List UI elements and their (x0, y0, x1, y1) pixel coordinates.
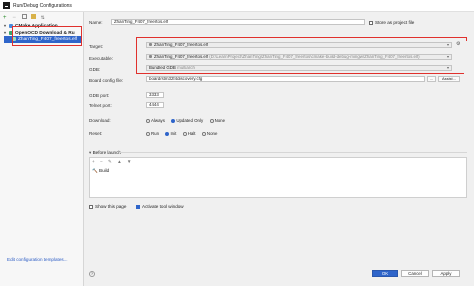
download-always-option[interactable]: Always (146, 118, 165, 123)
radio-halt[interactable] (182, 131, 187, 136)
before-launch-item-build[interactable]: 🔨 Build (92, 168, 109, 174)
folder-icon[interactable] (31, 14, 37, 19)
download-options: Always Updated Only None (146, 118, 230, 124)
board-config-input[interactable]: board/stm32f4discovery.cfg (146, 76, 425, 82)
before-launch-list (89, 157, 467, 198)
telnet-port-label: Telnet port: (89, 103, 112, 108)
sort-icon[interactable]: ⇅ (41, 16, 46, 21)
download-label: Download: (89, 118, 111, 123)
gdb-port-label: GDB port: (89, 93, 110, 98)
move-up-icon[interactable]: ▲ (117, 159, 122, 164)
show-page-option[interactable]: Show this page (89, 204, 126, 209)
radio-run[interactable] (146, 131, 150, 136)
copy-icon[interactable] (21, 14, 27, 19)
target-label: Target: (89, 44, 104, 49)
before-launch-header[interactable]: ▾ Before launch (89, 150, 121, 156)
add-icon[interactable]: + (3, 15, 8, 21)
remove-task-icon[interactable]: − (100, 159, 103, 164)
reset-label: Reset: (89, 131, 103, 136)
before-launch-toolbar: + − ✎ ▲ ▼ (92, 159, 135, 165)
board-config-label: Board config file: (89, 78, 124, 83)
settings-highlight-box (136, 37, 467, 74)
remove-icon[interactable]: − (12, 15, 17, 21)
radio-init[interactable] (165, 131, 170, 136)
form-scrollbar[interactable] (464, 41, 467, 155)
radio-none[interactable] (209, 118, 214, 123)
store-as-project-checkbox[interactable] (369, 20, 373, 25)
add-task-icon[interactable]: + (92, 159, 95, 164)
tree-toolbar: + − ⇅ (3, 14, 81, 21)
assist-button[interactable]: Assist... (438, 76, 460, 82)
gdb-port-input[interactable]: 3333 (146, 92, 164, 98)
gdb-label: GDB: (89, 67, 101, 72)
cancel-button[interactable]: Cancel (401, 270, 429, 277)
reset-halt-option[interactable]: Halt (182, 131, 196, 136)
radio-reset-none[interactable] (201, 131, 206, 136)
reset-options: Run Init Halt None (146, 131, 222, 137)
name-label: Name: (89, 20, 103, 25)
help-icon[interactable]: ? (89, 271, 95, 277)
window-title: Run/Debug Configurations (13, 3, 72, 9)
download-updated-only-option[interactable]: Updated Only (171, 118, 203, 123)
tree-highlight-box (12, 26, 82, 46)
edit-task-icon[interactable]: ✎ (108, 159, 112, 164)
configuration-tree-panel (0, 12, 84, 286)
executable-label: Executable: (89, 56, 114, 61)
store-as-project-option[interactable]: Store as project file (369, 20, 414, 25)
reset-init-option[interactable]: Init (165, 131, 176, 136)
app-icon (3, 2, 10, 9)
hammer-icon: 🔨 (92, 168, 98, 173)
download-none-option[interactable]: None (209, 118, 225, 123)
show-page-checkbox[interactable] (89, 204, 93, 209)
before-launch-divider (120, 152, 467, 153)
radio-always[interactable] (146, 118, 150, 123)
activate-tool-checkbox[interactable] (136, 204, 140, 209)
move-down-icon[interactable]: ▼ (127, 159, 132, 164)
reset-none-option[interactable]: None (201, 131, 217, 136)
radio-updated-only[interactable] (171, 118, 176, 123)
edit-templates-link[interactable]: Edit configuration templates... (7, 257, 68, 262)
activate-tool-option[interactable]: Activate tool window (136, 204, 184, 209)
ok-button[interactable]: OK (372, 270, 398, 277)
telnet-port-input[interactable]: 4444 (146, 102, 164, 108)
browse-button[interactable]: ... (427, 76, 436, 82)
reset-run-option[interactable]: Run (146, 131, 159, 136)
apply-button[interactable]: Apply (432, 270, 460, 277)
name-input[interactable]: ZhanTing_F407_freertos.elf (111, 19, 365, 25)
